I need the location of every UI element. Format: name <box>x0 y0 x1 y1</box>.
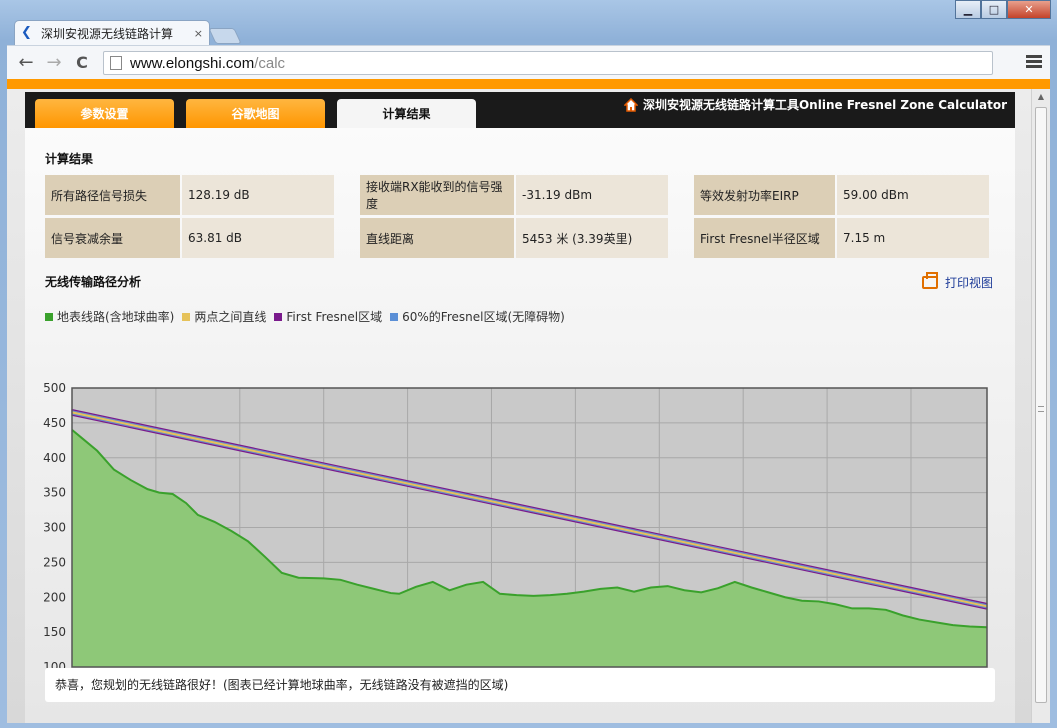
tab-title: 深圳安视源无线链路计算 <box>41 26 174 41</box>
minimize-button[interactable]: ▁ <box>955 0 981 19</box>
legend-swatch <box>390 312 399 321</box>
url-host: www.elongshi.com <box>130 54 255 72</box>
results-heading: 计算结果 <box>45 152 94 166</box>
page-icon <box>110 56 122 70</box>
path-profile-chart: 0500100015002000250030003500400045005000… <box>43 381 988 668</box>
legend-item[interactable]: 60%的Fresnel区域(无障碍物) <box>390 308 565 325</box>
legend-swatch <box>274 312 283 321</box>
print-view-link[interactable]: 打印视图 <box>921 272 993 291</box>
browser-window: ▁ □ ✕ ❮ 深圳安视源无线链路计算 × ← → C www.elongshi… <box>0 0 1057 728</box>
browser-tab[interactable]: ❮ 深圳安视源无线链路计算 × <box>14 20 210 45</box>
legend-label: First Fresnel区域 <box>286 310 383 324</box>
scroll-thumb[interactable] <box>1035 107 1047 703</box>
menu-icon[interactable] <box>1026 53 1042 71</box>
site-title: 深圳安视源无线链路计算工具Online Fresnel Zone Calcula… <box>623 96 1007 113</box>
legend-label: 60%的Fresnel区域(无障碍物) <box>402 310 565 324</box>
chart-legend: 地表线路(含地球曲率) 两点之间直线 First Fresnel区域 60%的F… <box>45 308 573 325</box>
y-tick-label: 300 <box>43 521 66 535</box>
url-path: /calc <box>254 54 286 72</box>
top-accent-strip <box>7 79 1050 89</box>
close-window-button[interactable]: ✕ <box>1007 0 1051 19</box>
y-tick-label: 200 <box>43 590 66 604</box>
y-tick-label: 150 <box>43 625 66 639</box>
y-tick-label: 400 <box>43 451 66 465</box>
y-tick-label: 100 <box>43 660 66 668</box>
printer-icon <box>921 272 938 289</box>
result-value: 59.00 dBm <box>837 175 989 215</box>
analysis-heading: 无线传输路径分析 <box>45 275 142 289</box>
address-bar[interactable]: www.elongshi.com/calc <box>103 51 993 75</box>
y-tick-label: 350 <box>43 486 66 500</box>
result-label: 所有路径信号损失 <box>45 175 180 215</box>
result-value: -31.19 dBm <box>516 175 668 215</box>
new-tab-button[interactable] <box>208 28 242 44</box>
legend-swatch <box>182 312 191 321</box>
legend-label: 地表线路(含地球曲率) <box>57 310 175 324</box>
window-controls: ▁ □ ✕ <box>955 0 1051 19</box>
tab-parameters[interactable]: 参数设置 <box>35 99 174 128</box>
scroll-up-icon[interactable]: ▲ <box>1032 89 1050 105</box>
main-navbar: 参数设置 谷歌地图 计算结果 深圳安视源无线链路计算工具Online Fresn… <box>25 92 1015 128</box>
legend-item[interactable]: 地表线路(含地球曲率) <box>45 308 174 325</box>
result-value: 5453 米 (3.39英里) <box>516 218 668 258</box>
forward-arrow-icon[interactable]: → <box>43 53 65 73</box>
legend-item[interactable]: First Fresnel区域 <box>274 308 382 325</box>
tab-results[interactable]: 计算结果 <box>337 99 476 128</box>
reload-icon[interactable]: C <box>71 53 93 73</box>
results-panel: 计算结果 所有路径信号损失 128.19 dB 接收端RX能收到的信号强度 -3… <box>25 128 1015 723</box>
result-value: 128.19 dB <box>182 175 334 215</box>
print-view-label: 打印视图 <box>944 276 993 290</box>
back-arrow-icon[interactable]: ← <box>15 53 37 73</box>
home-icon[interactable] <box>623 97 638 112</box>
legend-item[interactable]: 两点之间直线 <box>182 308 266 325</box>
result-value: 63.81 dB <box>182 218 334 258</box>
legend-label: 两点之间直线 <box>194 310 267 324</box>
result-label: 直线距离 <box>360 218 514 258</box>
result-value: 7.15 m <box>837 218 989 258</box>
legend-swatch <box>45 312 53 321</box>
y-tick-label: 250 <box>43 555 66 569</box>
page-viewport: 参数设置 谷歌地图 计算结果 深圳安视源无线链路计算工具Online Fresn… <box>7 79 1050 723</box>
y-tick-label: 450 <box>43 416 66 430</box>
result-label: 接收端RX能收到的信号强度 <box>360 175 514 215</box>
result-label: 信号衰减余量 <box>45 218 180 258</box>
site-favicon-icon: ❮ <box>21 25 32 40</box>
tab-google-map[interactable]: 谷歌地图 <box>186 99 325 128</box>
browser-toolbar: ← → C www.elongshi.com/calc <box>7 45 1050 79</box>
vertical-scrollbar[interactable]: ▲ <box>1031 89 1050 723</box>
tab-close-icon[interactable]: × <box>194 27 203 40</box>
y-tick-label: 500 <box>43 381 66 395</box>
site-title-text: 深圳安视源无线链路计算工具Online Fresnel Zone Calcula… <box>642 98 1007 112</box>
status-message: 恭喜，您规划的无线链路很好！(图表已经计算地球曲率，无线链路没有被遮挡的区域) <box>45 668 995 702</box>
maximize-button[interactable]: □ <box>981 0 1007 19</box>
result-label: 等效发射功率EIRP <box>694 175 835 215</box>
result-label: First Fresnel半径区域 <box>694 218 835 258</box>
